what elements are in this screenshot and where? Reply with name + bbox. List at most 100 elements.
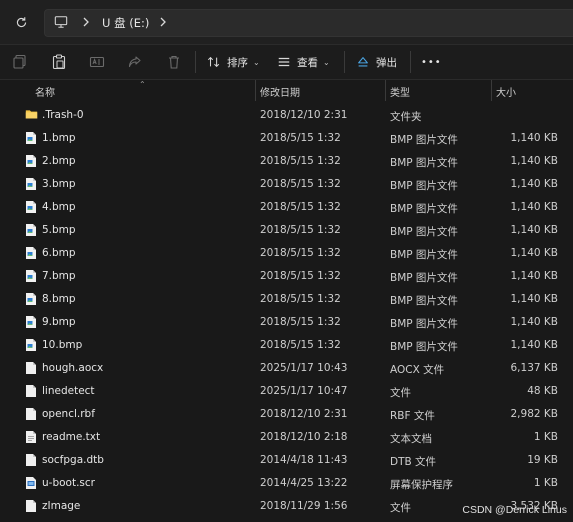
sort-label: 排序: [227, 56, 248, 69]
file-date: 2018/5/15 1:32: [260, 316, 341, 328]
image-file-icon: [25, 269, 37, 283]
file-type: 文件: [390, 387, 411, 399]
file-row[interactable]: 2.bmp 2018/5/15 1:32 BMP 图片文件 1,140 KB: [0, 150, 573, 173]
column-divider[interactable]: [255, 80, 256, 101]
file-name: 3.bmp: [42, 178, 76, 190]
eject-button[interactable]: 弹出: [356, 53, 397, 71]
file-size: 1,140 KB: [510, 224, 559, 236]
file-size: 1 KB: [533, 431, 558, 443]
image-file-icon: [25, 154, 37, 168]
file-date: 2018/5/15 1:32: [260, 270, 341, 282]
chevron-down-icon: ⌄: [253, 57, 260, 67]
file-type: BMP 图片文件: [390, 180, 458, 192]
file-date: 2018/12/10 2:18: [260, 431, 348, 443]
image-file-icon: [25, 338, 37, 352]
generic-file-icon: [25, 453, 37, 467]
file-date: 2014/4/18 11:43: [260, 454, 348, 466]
file-row[interactable]: .Trash-0 2018/12/10 2:31 文件夹: [0, 104, 573, 127]
column-date[interactable]: 修改日期: [260, 84, 300, 99]
file-name: socfpga.dtb: [42, 454, 104, 466]
file-row[interactable]: linedetect 2025/1/17 10:47 文件 48 KB: [0, 380, 573, 403]
more-options-button[interactable]: •••: [421, 53, 442, 71]
breadcrumb-chevron-icon[interactable]: [81, 16, 91, 31]
file-type: BMP 图片文件: [390, 249, 458, 261]
file-date: 2018/5/15 1:32: [260, 339, 341, 351]
file-name: 6.bmp: [42, 247, 76, 259]
this-pc-icon[interactable]: [54, 15, 68, 32]
address-box[interactable]: U 盘 (E:): [44, 9, 573, 37]
file-row[interactable]: 10.bmp 2018/5/15 1:32 BMP 图片文件 1,140 KB: [0, 334, 573, 357]
file-name: 10.bmp: [42, 339, 83, 351]
file-row[interactable]: 9.bmp 2018/5/15 1:32 BMP 图片文件 1,140 KB: [0, 311, 573, 334]
file-name: linedetect: [42, 385, 95, 397]
file-size: 1,140 KB: [510, 339, 559, 351]
column-name[interactable]: 名称: [35, 84, 55, 99]
file-name: zImage: [42, 500, 81, 512]
file-name: readme.txt: [42, 431, 101, 443]
generic-file-icon: [25, 361, 37, 375]
toolbar-divider: [410, 51, 411, 73]
file-row[interactable]: socfpga.dtb 2014/4/18 11:43 DTB 文件 19 KB: [0, 449, 573, 472]
file-date: 2018/5/15 1:32: [260, 132, 341, 144]
file-date: 2018/5/15 1:32: [260, 247, 341, 259]
image-file-icon: [25, 131, 37, 145]
text-file-icon: [25, 430, 37, 444]
breadcrumb-chevron-icon[interactable]: [158, 16, 168, 31]
file-date: 2018/11/29 1:56: [260, 500, 348, 512]
file-row[interactable]: 6.bmp 2018/5/15 1:32 BMP 图片文件 1,140 KB: [0, 242, 573, 265]
file-row[interactable]: hough.aocx 2025/1/17 10:43 AOCX 文件 6,137 KB: [0, 357, 573, 380]
file-date: 2018/12/10 2:31: [260, 408, 348, 420]
file-type: 屏幕保护程序: [390, 479, 453, 491]
file-row[interactable]: 1.bmp 2018/5/15 1:32 BMP 图片文件 1,140 KB: [0, 127, 573, 150]
refresh-button[interactable]: [11, 12, 31, 32]
file-type: BMP 图片文件: [390, 134, 458, 146]
file-name: hough.aocx: [42, 362, 104, 374]
chevron-down-icon: ⌄: [323, 57, 330, 67]
file-size: 19 KB: [527, 454, 558, 466]
file-date: 2018/5/15 1:32: [260, 178, 341, 190]
eject-label: 弹出: [376, 56, 397, 69]
file-row[interactable]: 8.bmp 2018/5/15 1:32 BMP 图片文件 1,140 KB: [0, 288, 573, 311]
file-row[interactable]: 3.bmp 2018/5/15 1:32 BMP 图片文件 1,140 KB: [0, 173, 573, 196]
file-type: BMP 图片文件: [390, 341, 458, 353]
share-icon[interactable]: [127, 54, 143, 70]
file-row[interactable]: 7.bmp 2018/5/15 1:32 BMP 图片文件 1,140 KB: [0, 265, 573, 288]
file-size: 1,140 KB: [510, 247, 559, 259]
column-type[interactable]: 类型: [390, 84, 410, 99]
refresh-icon: [16, 16, 26, 27]
toolbar-divider: [344, 51, 345, 73]
delete-icon[interactable]: [166, 54, 182, 70]
file-type: 文件夹: [390, 111, 422, 123]
file-row[interactable]: readme.txt 2018/12/10 2:18 文本文档 1 KB: [0, 426, 573, 449]
paste-icon[interactable]: [51, 54, 67, 70]
watermark: CSDN @Derrick Linus: [462, 504, 567, 516]
rename-icon[interactable]: [89, 54, 105, 70]
copy-icon[interactable]: [12, 54, 28, 70]
breadcrumb-drive[interactable]: U 盘 (E:): [102, 15, 149, 31]
file-row[interactable]: u-boot.scr 2014/4/25 13:22 屏幕保护程序 1 KB: [0, 472, 573, 495]
column-divider[interactable]: [491, 80, 492, 101]
folder-icon: [25, 108, 38, 122]
file-date: 2025/1/17 10:43: [260, 362, 348, 374]
file-size: 1,140 KB: [510, 316, 559, 328]
file-size: 1,140 KB: [510, 155, 559, 167]
command-bar: 排序 ⌄ 查看 ⌄ 弹出 •••: [0, 45, 573, 80]
file-size: 6,137 KB: [510, 362, 559, 374]
image-file-icon: [25, 177, 37, 191]
file-name: 5.bmp: [42, 224, 76, 236]
view-button[interactable]: 查看 ⌄: [277, 53, 330, 71]
address-bar-area: U 盘 (E:): [0, 0, 573, 45]
sort-button[interactable]: 排序 ⌄: [207, 53, 260, 71]
image-file-icon: [25, 246, 37, 260]
generic-file-icon: [25, 499, 37, 513]
file-name: u-boot.scr: [42, 477, 95, 489]
file-row[interactable]: 5.bmp 2018/5/15 1:32 BMP 图片文件 1,140 KB: [0, 219, 573, 242]
column-divider[interactable]: [385, 80, 386, 101]
view-label: 查看: [297, 56, 318, 69]
scrollbar[interactable]: [569, 104, 572, 514]
file-row[interactable]: 4.bmp 2018/5/15 1:32 BMP 图片文件 1,140 KB: [0, 196, 573, 219]
file-type: AOCX 文件: [390, 364, 445, 376]
file-explorer-window: U 盘 (E:) 排序 ⌄ 查看 ⌄ 弹出 ••• ⌃ 名称 修改日期 类型 大…: [0, 0, 573, 522]
file-row[interactable]: opencl.rbf 2018/12/10 2:31 RBF 文件 2,982 KB: [0, 403, 573, 426]
column-size[interactable]: 大小: [496, 84, 516, 99]
